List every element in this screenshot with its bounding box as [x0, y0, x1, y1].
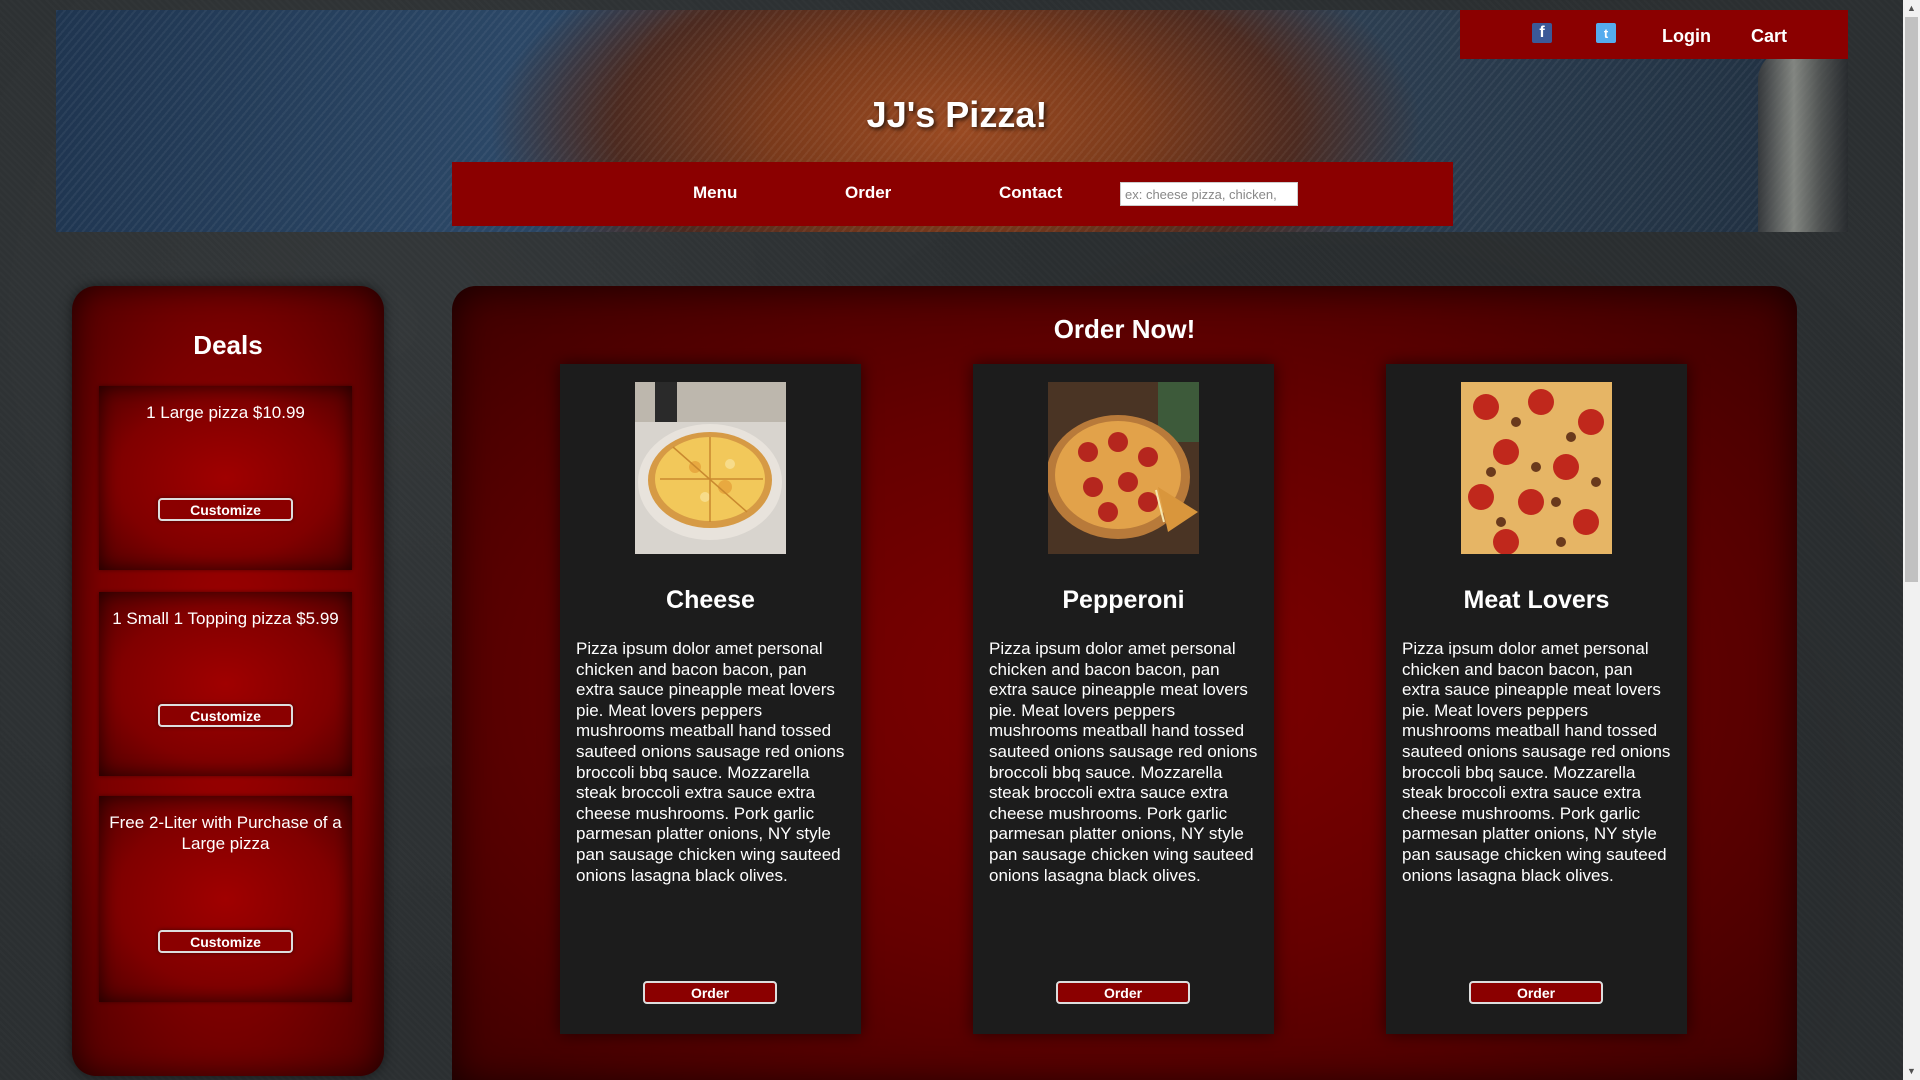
top-bar: f t Login Cart — [1460, 10, 1848, 59]
nav-bar: Menu Order Contact — [452, 162, 1453, 226]
page-scrollbar[interactable]: ▲ ▼ — [1903, 0, 1920, 1080]
pizza-description: Pizza ipsum dolor amet personal chicken … — [576, 639, 845, 885]
deal-card: 1 Small 1 Topping pizza $5.99 Customize — [99, 592, 352, 776]
scroll-thumb[interactable] — [1905, 17, 1918, 582]
order-button[interactable]: Order — [1469, 981, 1603, 1004]
nav-contact[interactable]: Contact — [999, 183, 1062, 203]
site-title: JJ's Pizza! — [866, 94, 1048, 135]
pepperoni-pizza-image — [1048, 382, 1199, 554]
order-title: Order Now! — [1053, 314, 1196, 344]
scroll-down-arrow-icon[interactable]: ▼ — [1903, 1063, 1920, 1080]
pizza-card-cheese: Cheese Pizza ipsum dolor amet personal c… — [560, 364, 861, 1034]
twitter-icon[interactable]: t — [1596, 23, 1616, 43]
deals-title: Deals — [193, 330, 263, 360]
deal-text: 1 Small 1 Topping pizza $5.99 — [112, 609, 339, 628]
pizza-card-pepperoni: Pepperoni Pizza ipsum dolor amet persona… — [973, 364, 1274, 1034]
deal-card: Free 2-Liter with Purchase of a Large pi… — [99, 796, 352, 1002]
glass-image — [1758, 50, 1848, 232]
customize-button[interactable]: Customize — [158, 498, 293, 521]
pizza-name: Meat Lovers — [1463, 586, 1610, 614]
order-button[interactable]: Order — [1056, 981, 1190, 1004]
pizza-name: Pepperoni — [1062, 586, 1185, 614]
deal-card: 1 Large pizza $10.99 Customize — [99, 386, 352, 570]
customize-button[interactable]: Customize — [158, 704, 293, 727]
nav-menu[interactable]: Menu — [693, 183, 737, 203]
cheese-pizza-image — [635, 382, 786, 554]
scroll-up-arrow-icon[interactable]: ▲ — [1903, 0, 1920, 17]
cart-link[interactable]: Cart — [1751, 26, 1787, 47]
search-input[interactable] — [1120, 182, 1298, 206]
order-panel: Order Now! Cheese Pizza ipsum dolor amet… — [452, 286, 1797, 1080]
deal-text: Free 2-Liter with Purchase of a Large pi… — [109, 813, 342, 853]
deal-text: 1 Large pizza $10.99 — [146, 403, 305, 422]
login-link[interactable]: Login — [1662, 26, 1711, 47]
order-button[interactable]: Order — [643, 981, 777, 1004]
pizza-name: Cheese — [666, 586, 755, 614]
pizza-description: Pizza ipsum dolor amet personal chicken … — [989, 639, 1258, 885]
deals-panel: Deals 1 Large pizza $10.99 Customize 1 S… — [72, 286, 384, 1076]
pizza-card-meat-lovers: Meat Lovers Pizza ipsum dolor amet perso… — [1386, 364, 1687, 1034]
facebook-icon[interactable]: f — [1532, 23, 1552, 43]
customize-button[interactable]: Customize — [158, 930, 293, 953]
nav-order[interactable]: Order — [845, 183, 891, 203]
meat-lovers-pizza-image — [1461, 382, 1612, 554]
pizza-description: Pizza ipsum dolor amet personal chicken … — [1402, 639, 1671, 885]
